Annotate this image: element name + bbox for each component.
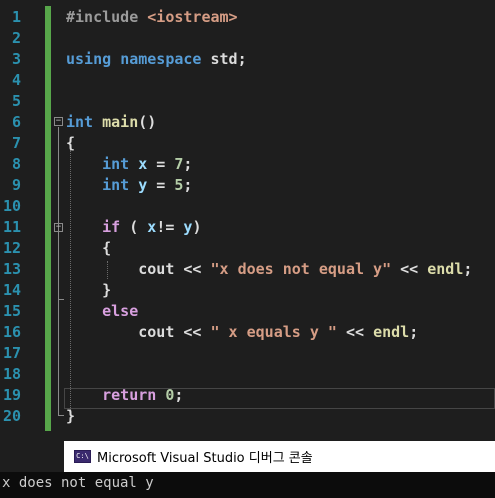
collapse-if-icon[interactable]: −	[54, 223, 63, 232]
code-token: ;	[183, 155, 193, 173]
line-number: 10	[2, 197, 21, 215]
code-line[interactable]: cout << " x equals y " << endl;	[66, 322, 418, 343]
code-line[interactable]: {	[66, 133, 75, 154]
line-number: 13	[2, 260, 21, 278]
code-line[interactable]: }	[66, 280, 111, 301]
line-number: 5	[11, 92, 21, 110]
code-token: ()	[138, 113, 157, 131]
code-line[interactable]: cout << "x does not equal y" << endl;	[66, 259, 472, 280]
line-number: 17	[2, 344, 21, 362]
code-token: namespace	[120, 50, 202, 68]
code-line[interactable]: {	[66, 238, 111, 259]
code-token: using	[66, 50, 112, 68]
code-token: =	[147, 176, 175, 194]
console-title: Microsoft Visual Studio 디버그 콘솔	[97, 451, 313, 466]
line-number: 6	[11, 113, 21, 131]
code-line[interactable]: int x = 7;	[66, 154, 192, 175]
code-line[interactable]: return 0;	[66, 385, 183, 406]
code-token: endl	[373, 323, 410, 341]
fold-end-if	[58, 299, 64, 300]
change-tracking-bar	[45, 6, 51, 431]
code-token: int	[102, 155, 130, 173]
line-number: 8	[11, 155, 21, 173]
code-token: <<	[336, 323, 374, 341]
code-token: {	[66, 134, 76, 152]
code-token: =	[147, 155, 175, 173]
console-titlebar[interactable]: C:\ Microsoft Visual Studio 디버그 콘솔	[64, 441, 495, 472]
code-token: x	[138, 155, 148, 173]
line-number: 18	[2, 365, 21, 383]
code-token: ;	[463, 260, 473, 278]
code-token: int	[102, 176, 130, 194]
console-app-icon: C:\	[74, 450, 91, 463]
line-number: 15	[2, 302, 21, 320]
code-token: <<	[391, 260, 428, 278]
code-token: else	[102, 302, 139, 320]
line-number: 14	[2, 281, 21, 299]
code-token: <iostream>	[147, 8, 238, 26]
code-editor[interactable]: 1 2 3 4 5 6 7 8 9 10 11 12 13 14 15 16 17 18 19 20 − − #inc…	[0, 0, 495, 438]
code-token: main	[102, 113, 139, 131]
console-body[interactable]: x does not equal y	[0, 472, 495, 498]
code-line[interactable]: using namespace std;	[66, 49, 247, 70]
code-token: int	[66, 113, 94, 131]
code-token: " x equals y "	[210, 323, 337, 341]
code-token: "x does not equal y"	[210, 260, 392, 278]
code-token: )	[192, 218, 202, 236]
code-line[interactable]: #include <iostream>	[66, 7, 238, 28]
fold-end-main	[58, 415, 64, 416]
code-token: !=	[156, 218, 184, 236]
code-token: cout <<	[66, 260, 211, 278]
line-number: 9	[11, 176, 21, 194]
line-number: 1	[11, 8, 21, 26]
code-token: y	[138, 176, 148, 194]
code-token: (	[120, 218, 148, 236]
code-token: cout <<	[66, 323, 211, 341]
debug-console-window[interactable]: C:\ Microsoft Visual Studio 디버그 콘솔 x doe…	[0, 441, 495, 498]
code-token: endl	[427, 260, 464, 278]
code-token: ;	[174, 386, 184, 404]
line-number: 2	[11, 29, 21, 47]
code-line[interactable]: else	[66, 301, 138, 322]
line-number: 4	[11, 71, 21, 89]
line-number: 7	[11, 134, 21, 152]
line-number: 11	[2, 218, 21, 236]
code-token: std;	[201, 50, 247, 68]
fold-guide-if	[58, 233, 59, 299]
code-line[interactable]: int main()	[66, 112, 156, 133]
code-token: ;	[183, 176, 193, 194]
line-number: 3	[11, 50, 21, 68]
line-number: 20	[2, 407, 21, 425]
code-token: }	[66, 407, 76, 425]
code-token: ;	[409, 323, 419, 341]
code-token: }	[66, 281, 112, 299]
code-token: #include	[66, 8, 148, 26]
code-token: x	[147, 218, 157, 236]
line-number: 12	[2, 239, 21, 257]
line-number: 19	[2, 386, 21, 404]
line-number: 16	[2, 323, 21, 341]
code-token: return	[102, 386, 157, 404]
console-output: x does not equal y	[2, 475, 154, 491]
code-token: if	[102, 218, 121, 236]
code-line[interactable]: }	[66, 406, 75, 427]
code-line[interactable]: int y = 5;	[66, 175, 192, 196]
collapse-main-icon[interactable]: −	[54, 117, 63, 126]
code-token: {	[66, 239, 112, 257]
line-number-gutter: 1 2 3 4 5 6 7 8 9 10 11 12 13 14 15 16 17 18 19 20	[0, 0, 44, 438]
code-line[interactable]: if ( x!= y)	[66, 217, 201, 238]
